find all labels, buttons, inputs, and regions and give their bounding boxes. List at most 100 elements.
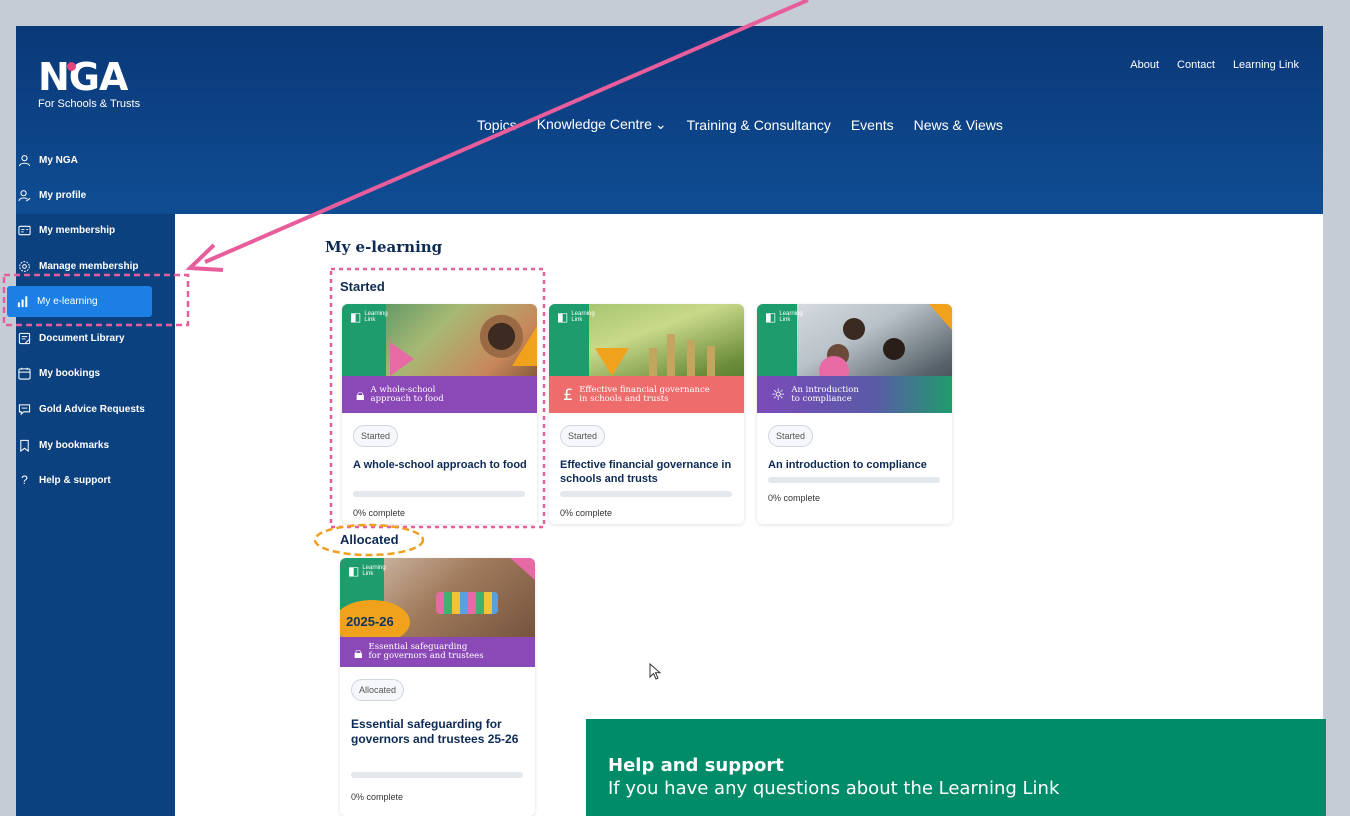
bookmark-icon [20,439,29,452]
section-started-heading: Started [340,279,385,294]
status-badge: Started [560,425,606,447]
course-thumbnail: ◧ Learning Link £ Effective financial gove… [549,304,744,413]
user-icon [18,154,31,166]
learning-link-icon: ◧ [348,564,360,578]
user-edit-icon [18,189,31,201]
sidebar-item-label: My bookings [39,367,101,379]
utility-nav: About Contact Learning Link [1130,59,1299,71]
learning-link-badge: ◧ Learning Link [348,564,386,578]
nav-knowledge-centre-label: Knowledge Centre [536,116,652,132]
chevron-down-icon: ⌄ [654,116,667,132]
course-card-whole-school-food[interactable]: ◧ Learning Link 🔒︎ A whole-school approach … [342,304,537,524]
thumbnail-decor [510,558,535,580]
sidebar-item-label: Document Library [39,332,125,344]
status-badge: Started [768,425,814,447]
gear-icon [19,260,30,272]
section-allocated-heading: Allocated [340,532,399,547]
sidebar-item-label: My profile [39,189,87,201]
learning-link-icon: ◧ [350,310,362,324]
learning-link-badge: ◧ Learning Link [350,310,388,324]
learning-link-icon: ◧ [557,310,569,324]
sidebar-item-my-bookmarks[interactable]: My bookmarks [12,431,155,459]
photo-coins [667,334,675,376]
status-badge: Allocated [351,679,405,701]
progress-bar [353,491,525,497]
course-title[interactable]: Essential safeguarding for governors and… [351,717,527,747]
progress-text: 0% complete [560,508,613,518]
course-card-essential-safeguarding[interactable]: 2025-26 ◧ Learning Link 🔒︎ Essential safeg… [340,558,535,816]
progress-bar [351,772,523,778]
logo-mark: NGA [38,55,128,99]
sidebar-item-label: Help & support [39,474,111,486]
help-support-panel: Help and support If you have any questio… [586,719,1326,816]
learning-link-badge: ◧ Learning Link [557,310,595,324]
progress-bar [560,491,732,497]
id-card-icon [18,225,31,235]
bar-chart-icon [17,296,28,308]
sidebar-item-help-support[interactable]: ? Help & support [12,466,155,494]
sidebar-item-my-profile[interactable]: My profile [12,181,155,209]
course-card-financial-governance[interactable]: ◧ Learning Link £ Effective financial gove… [549,304,744,524]
help-body: If you have any questions about the Lear… [608,778,1060,799]
nga-logo[interactable]: NGA For Schools & Trusts [38,58,140,110]
sidebar-item-label: Gold Advice Requests [39,403,145,415]
question-icon: ? [21,473,28,487]
pound-people-icon: £ [563,385,574,404]
course-banner: £ Effective financial governance in schoo… [549,376,744,413]
util-link-about[interactable]: About [1130,59,1159,71]
document-icon [18,332,31,344]
nav-knowledge-centre[interactable]: Knowledge Centre ⌄ [537,116,667,133]
util-link-learning-link[interactable]: Learning Link [1233,59,1299,71]
main-nav: Topics Knowledge Centre ⌄ Training & Cons… [477,116,1003,133]
sidebar-item-manage-membership[interactable]: Manage membership [12,252,155,280]
sidebar-item-label: My membership [39,224,116,236]
sidebar-item-label: My e-learning [37,296,98,307]
progress-text: 0% complete [353,508,406,518]
sidebar-item-document-library[interactable]: Document Library [12,324,155,352]
progress-text: 0% complete [768,493,821,503]
learning-link-badge: ◧ Learning Link [765,310,803,324]
sidebar-item-gold-advice-requests[interactable]: Gold Advice Requests [12,395,155,423]
util-link-contact[interactable]: Contact [1177,59,1215,71]
mouse-cursor-icon [649,663,661,680]
lock-icon: 🔒︎ [354,642,363,662]
thumbnail-decor [390,342,414,376]
course-thumbnail: ◧ Learning Link ☼ An introduction to compli… [757,304,952,413]
progress-bar [768,477,940,483]
sidebar-item-my-nga[interactable]: My NGA [12,146,155,174]
course-banner: 🔒︎ Essential safeguarding for governors a… [340,637,535,667]
course-title[interactable]: An introduction to compliance [768,458,944,472]
nav-topics[interactable]: Topics [477,117,517,133]
banner-line: approach to food [370,393,444,404]
page-title: My e-learning [325,238,443,256]
course-title[interactable]: A whole-school approach to food [353,458,529,472]
course-card-compliance[interactable]: ◧ Learning Link ☼ An introduction to compli… [757,304,952,524]
year-tag: 2025-26 [346,614,394,629]
chat-icon [18,403,31,415]
photo-paper-people [436,592,498,614]
nav-events[interactable]: Events [851,117,894,133]
sidebar-item-my-e-learning[interactable]: My e-learning [7,286,152,317]
course-banner: 🔒︎ A whole-school approach to food [342,376,537,413]
sidebar-item-my-membership[interactable]: My membership [12,216,155,244]
thumbnail-decor [512,326,537,366]
course-title[interactable]: Effective financial governance in school… [560,458,736,486]
lock-icon: 🔒︎ [356,385,365,404]
nav-news-views[interactable]: News & Views [914,117,1003,133]
photo-people [843,318,865,340]
sidebar-item-label: Manage membership [39,260,139,272]
banner-line: to compliance [791,393,852,404]
calendar-icon [18,367,31,380]
banner-line: in schools and trusts [579,393,669,404]
lightbulb-icon: ☼ [771,385,786,404]
status-badge: Started [353,425,399,447]
site-header: NGA For Schools & Trusts About Contact L… [16,26,1323,214]
banner-line: for governors and trustees [368,651,484,661]
sidebar-item-my-bookings[interactable]: My bookings [12,359,155,387]
sidebar-item-label: My NGA [39,154,78,166]
nav-training-consultancy[interactable]: Training & Consultancy [687,117,831,133]
learning-link-icon: ◧ [765,310,777,324]
progress-text: 0% complete [351,792,404,802]
logo-subtitle: For Schools & Trusts [38,98,141,110]
course-thumbnail: ◧ Learning Link 🔒︎ A whole-school approach … [342,304,537,413]
